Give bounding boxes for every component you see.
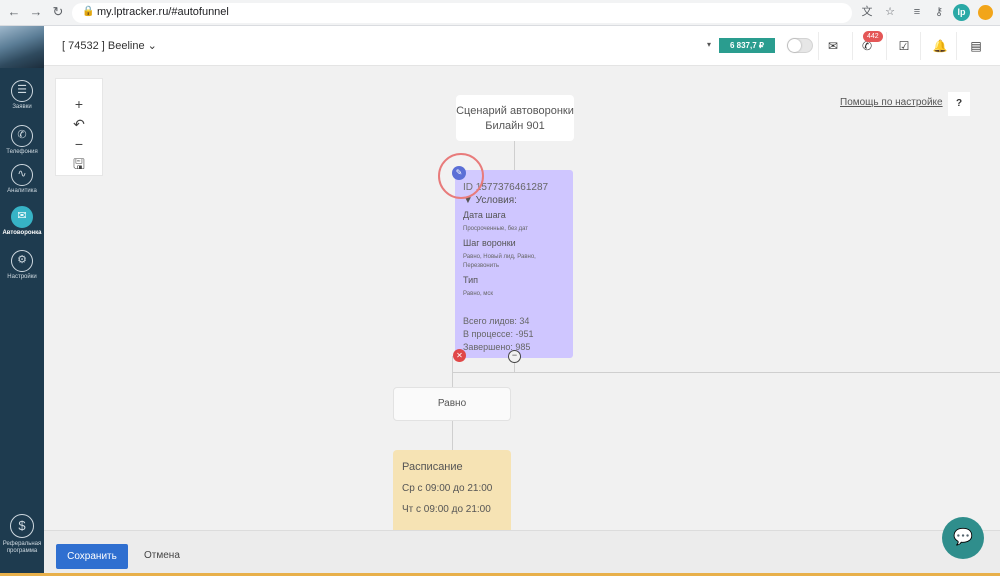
address-bar[interactable]: 🔒 my.lptracker.ru/#autofunnel (72, 3, 852, 23)
condition-field-name: Дата шага (463, 210, 506, 220)
canvas-toolbar: + ↶ − 🖫 (55, 78, 103, 176)
star-icon[interactable]: ☆ (883, 5, 897, 19)
profile-avatar[interactable] (978, 5, 993, 20)
status-toggle[interactable] (787, 38, 813, 53)
bell-icon[interactable]: 🔔 (932, 38, 948, 54)
funnel-canvas[interactable]: + ↶ − 🖫 Помощь по настройке ? Сценарий а… (44, 66, 1000, 530)
user-photo[interactable] (0, 26, 44, 68)
help-link[interactable]: Помощь по настройке (840, 97, 943, 108)
sidebar-item-label: Настройки (7, 274, 37, 280)
url-text[interactable]: my.lptracker.ru/#autofunnel (97, 6, 229, 18)
divider (886, 32, 887, 60)
connector-line (514, 141, 515, 170)
document-icon[interactable]: ▤ (968, 38, 984, 54)
playlist-icon[interactable]: ≡ (910, 5, 924, 19)
save-button[interactable]: Сохранить (56, 544, 128, 569)
condition-field-value: Просроченные, без дат (463, 226, 529, 232)
back-icon[interactable]: ← (6, 4, 22, 20)
condition-field-value: Равно, Новый лид, Равно, Перезвонить (463, 254, 536, 269)
collapse-icon[interactable]: − (508, 350, 521, 363)
app-header: [ 74532 ] Beeline ⌄ ▾ 6 837,7 ₽ ✉ ✆ 442 … (44, 26, 1000, 66)
chart-icon: ∿ (11, 164, 33, 186)
connector-line (452, 372, 1000, 373)
bottom-action-bar: Сохранить Отмена 💬 (44, 517, 1000, 576)
gear-icon: ⚙ (11, 250, 33, 272)
balance-badge[interactable]: 6 837,7 ₽ (719, 38, 775, 53)
project-selector[interactable]: [ 74532 ] Beeline ⌄ (62, 39, 157, 52)
mail-icon: ✉ (11, 206, 33, 228)
sidebar-item-referral[interactable]: $ Реферальная программа (0, 514, 44, 555)
save-icon[interactable]: 🖫 (56, 154, 102, 174)
call-count-badge: 442 (863, 31, 883, 42)
zoom-out-icon[interactable]: − (56, 134, 102, 154)
list-icon: ☰ (11, 80, 33, 102)
scenario-subtitle: Билайн 901 (485, 120, 545, 132)
conditions-title: ▼ Условия: (463, 195, 517, 206)
condition-field-value: Равно, мск (463, 291, 494, 297)
connector-line (452, 421, 453, 450)
condition-node[interactable]: ID 1577376461287 ▼ Условия: Дата шага Пр… (455, 170, 573, 358)
edit-icon[interactable]: ✎ (452, 166, 466, 180)
scenario-start-node[interactable]: Сценарий автоворонки Билайн 901 (456, 95, 574, 141)
equals-node[interactable]: Равно (393, 387, 511, 421)
sidebar-item-label: Телефония (6, 149, 38, 155)
schedule-title: Расписание (402, 461, 463, 473)
chat-icon[interactable]: 💬 (942, 517, 984, 559)
forward-icon[interactable]: → (28, 4, 44, 20)
stat-total: Всего лидов: 34 (463, 316, 530, 326)
help-button[interactable]: ? (948, 92, 970, 116)
sidebar-item-label: Аналитика (7, 188, 37, 194)
sidebar-item-telephony[interactable]: ✆ Телефония (0, 121, 44, 165)
dollar-icon: $ (10, 514, 34, 538)
cancel-button[interactable]: Отмена (144, 550, 180, 561)
translate-icon[interactable]: 文 (860, 5, 874, 19)
sidebar-item-autofunnel[interactable]: ✉ Автоворонка (0, 202, 44, 246)
zoom-in-icon[interactable]: + (56, 94, 102, 114)
condition-field-name: Тип (463, 275, 479, 285)
delete-icon[interactable]: ✕ (453, 349, 466, 362)
browser-toolbar: ← → ↻ 🔒 my.lptracker.ru/#autofunnel 文 ☆ … (0, 0, 1000, 26)
left-sidebar: ☰ Заявки ✆ Телефония ∿ Аналитика ✉ Автов… (0, 26, 44, 576)
condition-field-name: Шаг воронки (463, 238, 516, 248)
sidebar-item-label: Автоворонка (2, 230, 42, 236)
stat-in-progress: В процессе: -951 (463, 329, 534, 339)
divider (956, 32, 957, 60)
sidebar-item-settings[interactable]: ⚙ Настройки (0, 246, 44, 290)
schedule-row: Чт с 09:00 до 21:00 (402, 504, 491, 515)
divider (852, 32, 853, 60)
key-icon[interactable]: ⚷ (932, 5, 946, 19)
sidebar-item-analytics[interactable]: ∿ Аналитика (0, 160, 44, 204)
phone-icon: ✆ (11, 125, 33, 147)
checkbox-icon[interactable]: ☑ (896, 38, 912, 54)
divider (920, 32, 921, 60)
undo-icon[interactable]: ↶ (56, 114, 102, 134)
divider (818, 32, 819, 60)
scenario-title: Сценарий автоворонки (456, 105, 574, 117)
lp-extension-icon[interactable]: lp (953, 4, 970, 21)
sidebar-item-label: Реферальная программа (2, 541, 42, 554)
schedule-node[interactable]: Расписание Ср с 09:00 до 21:00 Чт с 09:0… (393, 450, 511, 530)
schedule-row: Ср с 09:00 до 21:00 (402, 483, 493, 494)
chevron-down-icon[interactable]: ▾ (707, 40, 711, 49)
reload-icon[interactable]: ↻ (50, 4, 66, 20)
lock-icon: 🔒 (82, 6, 95, 17)
mail-icon[interactable]: ✉ (825, 38, 841, 54)
sidebar-item-label: Заявки (12, 104, 32, 110)
sidebar-item-requests[interactable]: ☰ Заявки (0, 76, 44, 120)
connector-line (452, 356, 453, 387)
